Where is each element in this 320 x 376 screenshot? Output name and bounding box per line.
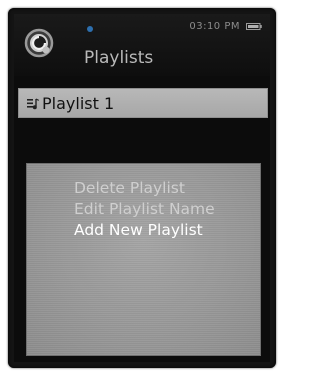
- menu-item-edit-playlist-name[interactable]: Edit Playlist Name: [74, 200, 215, 218]
- menu-item-delete-playlist[interactable]: Delete Playlist: [74, 179, 185, 197]
- playlist-icon: [27, 98, 39, 110]
- playlist-item-label: Playlist 1: [42, 94, 115, 113]
- playlist-item-1[interactable]: Playlist 1: [18, 88, 268, 118]
- bluetooth-dot-icon: [87, 26, 93, 32]
- menu-item-add-new-playlist[interactable]: Add New Playlist: [74, 221, 203, 239]
- clock: 03:10 PM: [189, 21, 240, 32]
- page-title: Playlists: [84, 48, 154, 68]
- header-bar: 03:10 PM Playlists: [14, 14, 270, 76]
- media-player-icon: [24, 28, 54, 58]
- device-frame: 03:10 PM Playlists Playlist 1 Delete Pla…: [8, 8, 276, 368]
- screen: 03:10 PM Playlists Playlist 1 Delete Pla…: [14, 14, 270, 362]
- battery-icon: [246, 23, 262, 30]
- context-menu: Delete Playlist Edit Playlist Name Add N…: [27, 164, 260, 355]
